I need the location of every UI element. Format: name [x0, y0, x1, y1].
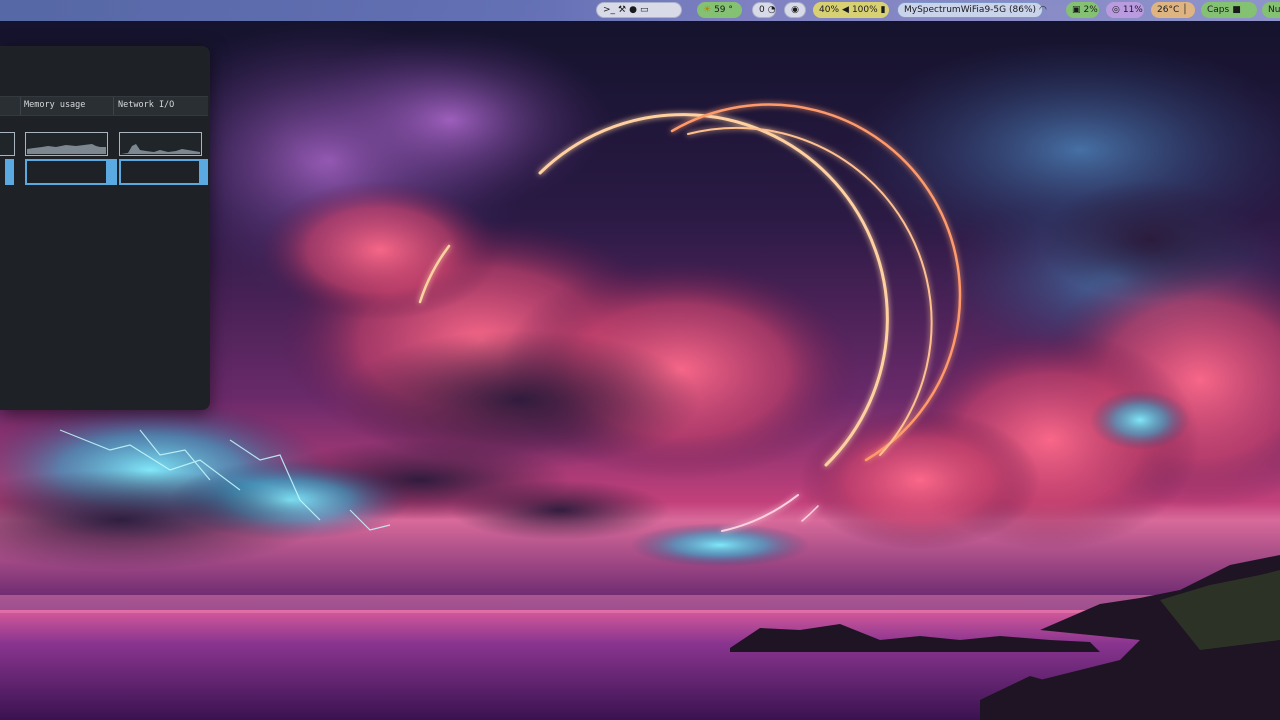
monitor-icon[interactable]: ▭ — [640, 2, 649, 18]
wifi-widget[interactable]: MySpectrumWiFia9-5G (86%) ◠ — [897, 2, 1047, 18]
chat-icon[interactable]: ● — [629, 2, 637, 18]
notification-count: 0 — [759, 5, 765, 15]
monitor-column-header: Memory usage Network I/O — [0, 96, 208, 116]
bell-icon: ◔ — [767, 5, 776, 15]
launcher-group: >_ ⚒ ● ▭ — [596, 2, 682, 18]
eye-icon: ◉ — [791, 5, 799, 15]
selected-process-row[interactable] — [0, 159, 208, 185]
thermometer-icon: │ — [1182, 5, 1188, 15]
cpu-value: 2% — [1083, 5, 1098, 15]
network-sparkline — [121, 144, 200, 154]
weather-temp: 59 ° — [714, 5, 733, 15]
cpu-icon: ▣ — [1072, 5, 1081, 15]
column-divider — [20, 97, 21, 115]
tools-icon[interactable]: ⚒ — [618, 2, 626, 18]
top-panel: >_ ⚒ ● ▭ ☀ 59 ° 0 ◔ ◉ 40% ◀ 100% ▮ MySpe… — [0, 0, 1280, 21]
memory-value: 11% — [1122, 5, 1143, 15]
brightness-value: 40% — [819, 5, 840, 15]
memory-widget[interactable]: ◎ 11% — [1106, 2, 1144, 18]
memory-sparkline — [27, 144, 106, 154]
cpu-graph — [0, 132, 15, 156]
terminal-icon[interactable]: >_ — [603, 2, 615, 18]
row-selection-marker — [5, 159, 14, 185]
temperature-widget[interactable]: 26°C │ — [1151, 2, 1195, 18]
column-network-io[interactable]: Network I/O — [118, 100, 174, 110]
num-lock-indicator: Nu — [1262, 2, 1280, 18]
caps-label: Caps — [1207, 5, 1230, 15]
system-monitor-window[interactable]: Memory usage Network I/O — [0, 46, 210, 410]
row-network-cell — [119, 159, 202, 185]
brightness-volume-widget[interactable]: 40% ◀ 100% ▮ — [813, 2, 889, 18]
column-divider — [113, 97, 114, 115]
row-memory-cell — [25, 159, 108, 185]
weather-widget[interactable]: ☀ 59 ° — [697, 2, 742, 18]
wifi-label: MySpectrumWiFia9-5G (86%) — [904, 5, 1037, 15]
microphone-icon: ▮ — [880, 5, 886, 15]
caps-lock-indicator: Caps ■ — [1201, 2, 1257, 18]
temperature-value: 26°C — [1157, 5, 1180, 15]
volume-value: 100% — [851, 5, 878, 15]
num-label: Nu — [1268, 5, 1280, 15]
memory-graph — [25, 132, 108, 156]
row-selection-marker — [108, 159, 117, 185]
visibility-toggle[interactable]: ◉ — [784, 2, 806, 18]
row-selection-marker — [199, 159, 208, 185]
cpu-widget[interactable]: ▣ 2% — [1066, 2, 1099, 18]
network-graph — [119, 132, 202, 156]
wifi-icon: ◠ — [1039, 5, 1047, 15]
notifications-widget[interactable]: 0 ◔ — [752, 2, 776, 18]
sun-icon: ☀ — [703, 5, 712, 15]
memory-icon: ◎ — [1112, 5, 1120, 15]
speaker-icon: ◀ — [842, 5, 849, 15]
lock-icon: ■ — [1232, 5, 1241, 15]
column-memory-usage[interactable]: Memory usage — [24, 100, 85, 110]
